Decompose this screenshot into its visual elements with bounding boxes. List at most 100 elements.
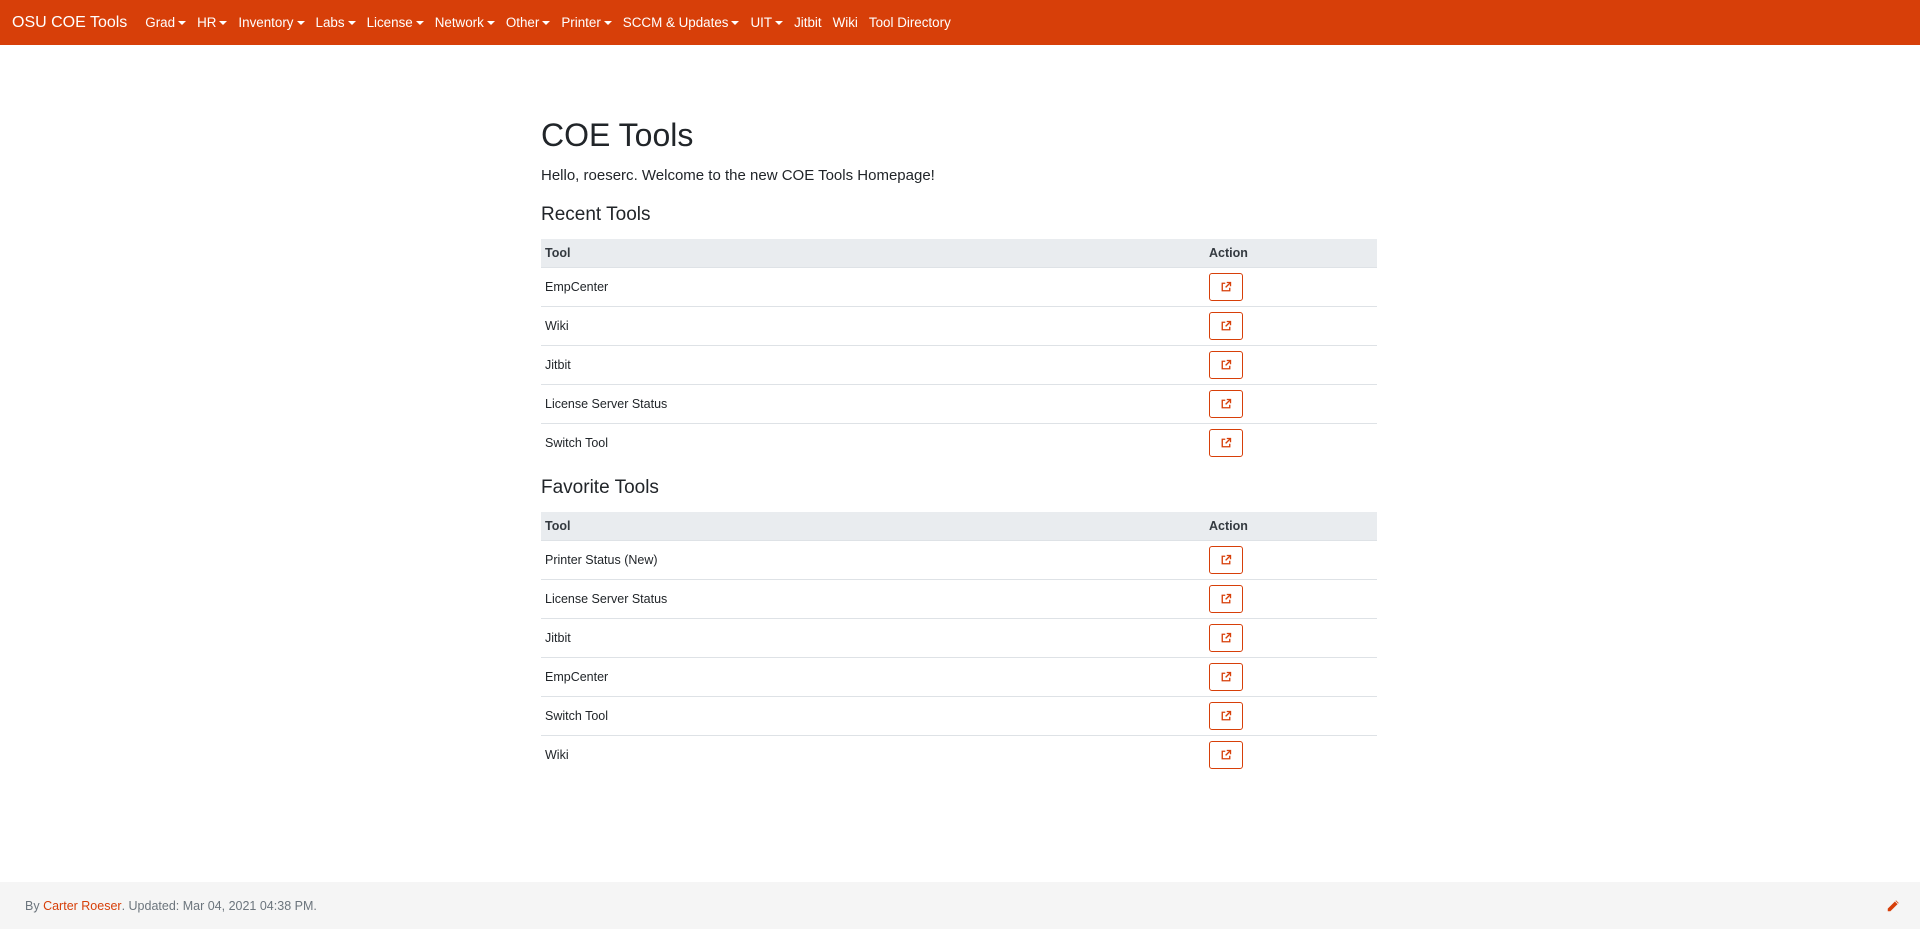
brand-link[interactable]: OSU COE Tools	[12, 14, 127, 32]
external-link-icon	[1221, 281, 1232, 291]
tool-name: Jitbit	[541, 618, 1205, 658]
action-cell	[1205, 423, 1377, 462]
recent-tools-heading: Recent Tools	[541, 204, 651, 225]
tool-name: EmpCenter	[541, 657, 1205, 697]
action-cell	[1205, 618, 1377, 658]
open-tool-button[interactable]	[1209, 701, 1243, 730]
open-tool-button[interactable]	[1209, 350, 1243, 379]
external-link-icon	[1221, 359, 1232, 369]
external-link-icon	[1221, 593, 1232, 603]
tool-name: License Server Status	[541, 384, 1205, 424]
nav-item-license[interactable]: License	[367, 15, 424, 30]
chevron-down-icon	[731, 20, 740, 25]
favorite-tools-body: Printer Status (New) License Server Statu…	[541, 540, 1377, 774]
greeting-prefix: Hello,	[541, 167, 584, 184]
action-cell	[1205, 267, 1377, 307]
open-tool-button[interactable]	[1209, 662, 1243, 691]
open-tool-button[interactable]	[1209, 389, 1243, 418]
nav-item-label: HR	[197, 15, 217, 30]
greeting-username: roeserc	[583, 167, 634, 184]
nav-item-label: UIT	[750, 15, 773, 30]
nav-item-label: Wiki	[832, 15, 858, 30]
nav-item-inventory[interactable]: Inventory	[238, 15, 305, 30]
footer-updated-text: . Updated: Mar 04, 2021 04:38 PM.	[121, 898, 317, 913]
table-row: EmpCenter	[541, 267, 1377, 307]
column-header-tool: Tool	[541, 239, 1205, 268]
tool-name: Wiki	[541, 306, 1205, 346]
nav-item-wiki[interactable]: Wiki	[833, 15, 858, 30]
table-header-row: Tool Action	[541, 239, 1377, 268]
action-cell	[1205, 540, 1377, 580]
top-navbar: OSU COE Tools Grad HR Inventory Labs License…	[0, 0, 1920, 45]
nav-item-label: Printer	[561, 15, 601, 30]
nav-item-network[interactable]: Network	[435, 15, 495, 30]
nav-menu: Grad HR Inventory Labs License Network Other Pr…	[145, 15, 961, 30]
table-row: EmpCenter	[541, 657, 1377, 697]
nav-item-jitbit[interactable]: Jitbit	[794, 15, 822, 30]
tool-name: EmpCenter	[541, 267, 1205, 307]
page-title: COE Tools	[541, 117, 694, 153]
nav-item-label: Other	[505, 15, 540, 30]
open-tool-button[interactable]	[1209, 740, 1243, 769]
table-row: Jitbit	[541, 345, 1377, 385]
column-header-action: Action	[1205, 239, 1377, 268]
tool-name: Switch Tool	[541, 696, 1205, 736]
nav-item-grad[interactable]: Grad	[145, 15, 187, 30]
action-cell	[1205, 306, 1377, 346]
tool-name: Wiki	[545, 747, 569, 762]
nav-item-label: Tool Directory	[868, 15, 951, 30]
greeting-suffix: . Welcome to the new COE Tools Homepage!	[633, 167, 935, 184]
table-row: Jitbit	[541, 618, 1377, 658]
footer: By Carter Roeser. Updated: Mar 04, 2021 …	[0, 882, 1920, 929]
tool-name: License Server Status	[541, 579, 1205, 619]
external-link-icon	[1221, 398, 1232, 408]
pencil-icon[interactable]	[1886, 899, 1900, 913]
recent-tools-body: EmpCenter Wiki Jitbit License Server Status…	[541, 267, 1377, 462]
nav-item-sccm-updates[interactable]: SCCM & Updates	[623, 15, 740, 30]
open-tool-button[interactable]	[1209, 623, 1243, 652]
nav-item-labs[interactable]: Labs	[316, 15, 356, 30]
chevron-down-icon	[775, 20, 784, 25]
action-cell	[1205, 657, 1377, 697]
footer-prefix: By	[25, 898, 40, 913]
external-link-icon	[1221, 554, 1232, 564]
chevron-down-icon	[486, 20, 495, 25]
nav-item-label: Jitbit	[794, 15, 822, 30]
external-link-icon	[1221, 710, 1232, 720]
external-link-icon	[1221, 632, 1232, 642]
external-link-icon	[1221, 437, 1232, 448]
open-tool-button[interactable]	[1209, 584, 1243, 613]
external-link-icon	[1221, 671, 1232, 681]
open-tool-button[interactable]	[1209, 428, 1243, 457]
action-cell	[1205, 345, 1377, 385]
table-row: Switch Tool	[541, 423, 1377, 462]
column-header-tool: Tool	[541, 512, 1205, 541]
action-cell	[1205, 735, 1377, 774]
chevron-down-icon	[347, 20, 356, 25]
tool-name: Switch Tool	[545, 435, 608, 450]
nav-item-label: Grad	[145, 15, 176, 30]
table-row: Wiki	[541, 735, 1377, 774]
open-tool-button[interactable]	[1209, 311, 1243, 340]
table-row: Wiki	[541, 306, 1377, 346]
chevron-down-icon	[603, 20, 612, 25]
nav-item-tool-directory[interactable]: Tool Directory	[869, 15, 951, 30]
nav-item-hr[interactable]: HR	[197, 15, 228, 30]
nav-item-label: Network	[434, 15, 484, 30]
greeting-text: Hello, roeserc. Welcome to the new COE T…	[541, 167, 935, 184]
footer-author-link[interactable]: Carter Roeser	[43, 899, 122, 913]
open-tool-button[interactable]	[1209, 272, 1243, 301]
chevron-down-icon	[542, 20, 551, 25]
nav-item-label: Labs	[315, 15, 345, 30]
nav-item-printer[interactable]: Printer	[561, 15, 612, 30]
nav-item-other[interactable]: Other	[506, 15, 551, 30]
nav-item-uit[interactable]: UIT	[750, 15, 784, 30]
tool-name: Printer Status (New)	[541, 540, 1205, 580]
table-row: License Server Status	[541, 384, 1377, 424]
nav-item-label: SCCM & Updates	[622, 15, 729, 30]
action-cell	[1205, 384, 1377, 424]
open-tool-button[interactable]	[1209, 545, 1243, 574]
external-link-icon	[1221, 749, 1232, 760]
favorite-tools-heading: Favorite Tools	[541, 477, 659, 498]
tool-name: Jitbit	[541, 345, 1205, 385]
